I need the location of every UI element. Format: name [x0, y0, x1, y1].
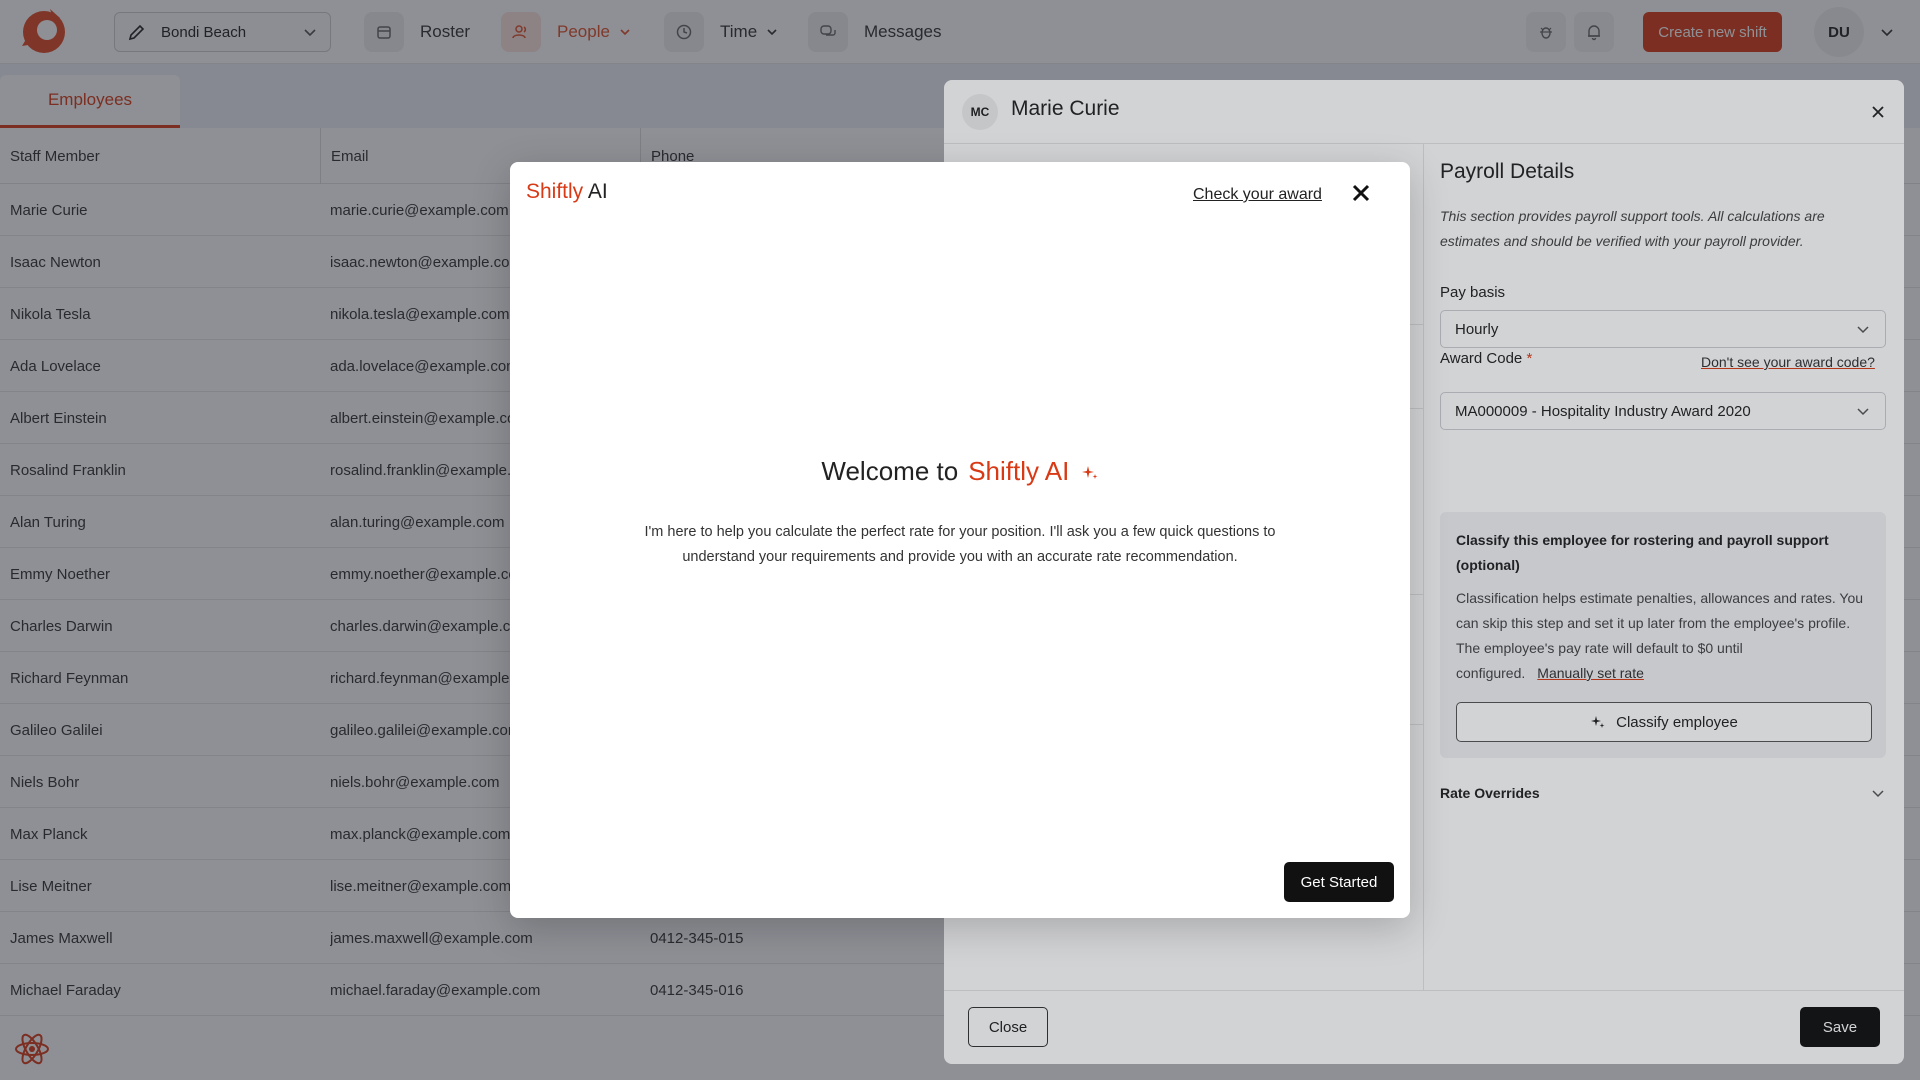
- classify-title: Classify this employee for rostering and…: [1456, 532, 1829, 573]
- shiftly-ai-modal: Shiftly AI Check your award Welcome to Sh…: [510, 162, 1410, 918]
- pay-basis-value: Hourly: [1455, 320, 1499, 338]
- classify-description: Classification helps estimate penalties,…: [1456, 590, 1864, 681]
- rate-overrides-label: Rate Overrides: [1440, 785, 1540, 801]
- award-code-select[interactable]: MA000009 - Hospitality Industry Award 20…: [1440, 392, 1886, 430]
- intro-text: I'm here to help you calculate the perfe…: [644, 524, 1276, 565]
- manually-set-rate-link[interactable]: Manually set rate: [1537, 665, 1644, 681]
- close-icon[interactable]: [1349, 181, 1373, 205]
- close-icon[interactable]: [1868, 102, 1888, 122]
- chevron-down-icon: [1872, 790, 1884, 798]
- modal-brand: Shiftly AI: [526, 180, 608, 203]
- close-button[interactable]: Close: [968, 1007, 1048, 1047]
- panel-footer: Close Save: [944, 990, 1904, 1064]
- payroll-details-section: Payroll Details This section provides pa…: [1440, 144, 1890, 990]
- chevron-down-icon: [1857, 408, 1869, 416]
- welcome-heading: Welcome to Shiftly AI: [510, 456, 1410, 487]
- pay-basis-label: Pay basis: [1440, 284, 1506, 301]
- save-button[interactable]: Save: [1800, 1007, 1880, 1047]
- award-code-label: Award Code *: [1440, 350, 1533, 367]
- panel-header: MC Marie Curie: [944, 80, 1904, 144]
- sparkle-icon: [1081, 466, 1098, 480]
- chevron-down-icon: [1857, 326, 1869, 334]
- rate-overrides-toggle[interactable]: Rate Overrides: [1440, 778, 1886, 808]
- award-code-value: MA000009 - Hospitality Industry Award 20…: [1455, 402, 1751, 420]
- employee-avatar: MC: [962, 94, 998, 130]
- panel-title: Marie Curie: [1011, 97, 1120, 120]
- payroll-description: This section provides payroll support to…: [1440, 208, 1825, 249]
- check-award-link[interactable]: Check your award: [1193, 186, 1322, 204]
- payroll-title: Payroll Details: [1440, 160, 1575, 183]
- missing-award-link[interactable]: Don't see your award code?: [1701, 354, 1875, 370]
- get-started-button[interactable]: Get Started: [1284, 862, 1394, 902]
- sparkle-icon: [1591, 716, 1605, 728]
- required-mark: *: [1526, 350, 1533, 367]
- classify-employee-card: Classify this employee for rostering and…: [1440, 512, 1886, 758]
- classify-employee-button[interactable]: Classify employee: [1456, 702, 1872, 742]
- pay-basis-select[interactable]: Hourly: [1440, 310, 1886, 348]
